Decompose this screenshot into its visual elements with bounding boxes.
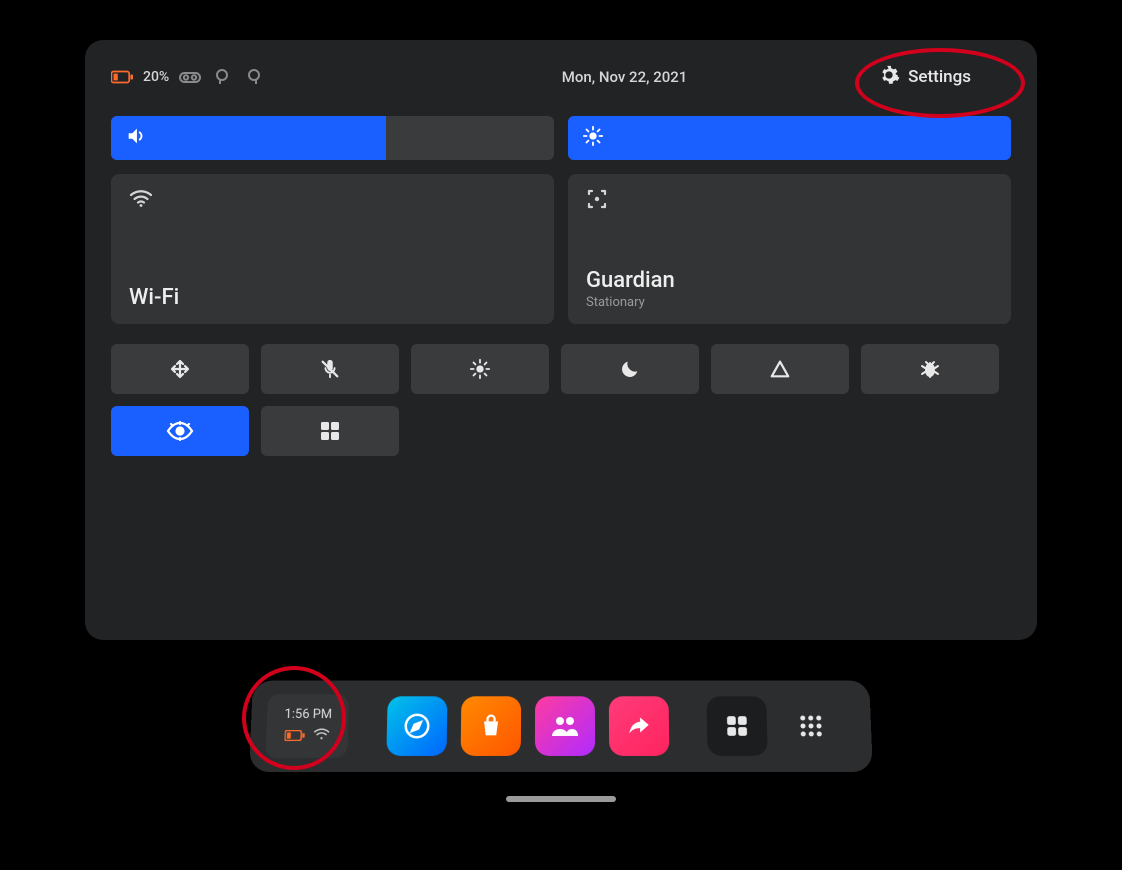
volume-icon <box>125 125 147 151</box>
dock: 1:56 PM <box>249 681 873 772</box>
mic-mute-button[interactable] <box>261 344 399 394</box>
quick-settings-panel: 20% Mon, Nov 22, 2021 Settings <box>85 40 1037 640</box>
reset-view-button[interactable] <box>111 344 249 394</box>
left-controller-icon <box>211 66 233 88</box>
wifi-icon <box>312 726 330 745</box>
panel-header: 20% Mon, Nov 22, 2021 Settings <box>111 62 1011 92</box>
dock-explore-button[interactable] <box>386 696 447 756</box>
toggle-row-2 <box>111 406 1011 456</box>
dock-people-button[interactable] <box>535 696 595 756</box>
notifications-button[interactable] <box>711 344 849 394</box>
dock-library-button[interactable] <box>706 696 767 756</box>
card-row: Wi-Fi Guardian Stationary <box>111 174 1011 324</box>
dock-store-button[interactable] <box>461 696 522 756</box>
night-mode-button[interactable] <box>561 344 699 394</box>
dock-status-tile[interactable]: 1:56 PM <box>265 694 349 759</box>
wifi-card[interactable]: Wi-Fi <box>111 174 554 324</box>
header-left: 20% <box>111 66 371 88</box>
volume-slider[interactable] <box>111 116 554 160</box>
app-switcher-button[interactable] <box>261 406 399 456</box>
settings-button[interactable]: Settings <box>878 64 1011 91</box>
guardian-title: Guardian <box>586 268 993 293</box>
guardian-subtitle: Stationary <box>586 295 993 310</box>
headset-icon <box>179 66 201 88</box>
dock-status-icons <box>284 726 330 745</box>
wifi-title: Wi-Fi <box>129 285 536 310</box>
bug-report-button[interactable] <box>861 344 999 394</box>
home-indicator <box>506 796 616 802</box>
wifi-icon <box>129 188 536 214</box>
right-controller-icon <box>243 66 265 88</box>
battery-percent: 20% <box>143 69 169 85</box>
brightness-icon <box>582 125 604 151</box>
slider-row <box>111 116 1011 160</box>
brightness-slider[interactable] <box>568 116 1011 160</box>
battery-low-icon <box>111 66 133 88</box>
header-date: Mon, Nov 22, 2021 <box>371 68 878 86</box>
guardian-card[interactable]: Guardian Stationary <box>568 174 1011 324</box>
guardian-icon <box>586 188 993 214</box>
brightness-button[interactable] <box>411 344 549 394</box>
dock-apps-button[interactable] <box>780 696 842 756</box>
dock-time: 1:56 PM <box>284 707 332 722</box>
settings-label: Settings <box>908 67 971 87</box>
toggle-row-1 <box>111 344 1011 394</box>
passthrough-button[interactable] <box>111 406 249 456</box>
gear-icon <box>878 64 900 91</box>
dock-share-button[interactable] <box>609 696 670 756</box>
battery-low-icon <box>284 726 305 745</box>
